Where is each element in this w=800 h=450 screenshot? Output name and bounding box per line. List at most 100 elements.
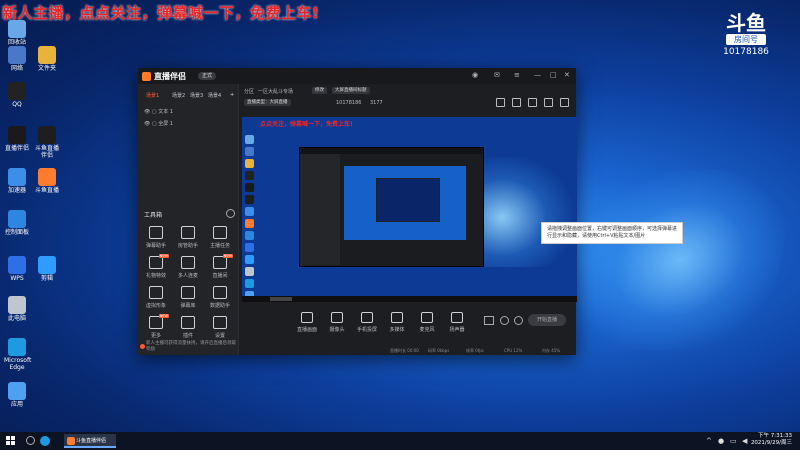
desktop-icon[interactable]: 剪辑: [34, 256, 60, 282]
edit-category-chip[interactable]: 修改: [312, 87, 327, 94]
tool-button[interactable]: 数据助手: [204, 286, 236, 309]
search-icon[interactable]: [26, 436, 35, 445]
tool-button[interactable]: 虚拟形象: [140, 286, 172, 309]
tab-scene-3[interactable]: 场景3: [190, 92, 203, 99]
desktop-icon[interactable]: 文件夹: [34, 46, 60, 72]
tool-button[interactable]: NEW 直播间: [204, 254, 236, 279]
nested-sidebar: [300, 154, 340, 265]
tab-scene-1[interactable]: 场景1: [146, 92, 159, 99]
source-label: 文本 1: [158, 109, 174, 115]
tool-button[interactable]: 插件: [172, 316, 204, 339]
desktop-icon[interactable]: 加速器: [4, 168, 30, 194]
desktop-icon[interactable]: 斗鱼直播伴侣: [34, 126, 60, 159]
bottom-tool-label: 手机投屏: [356, 327, 377, 333]
desktop-icon[interactable]: 直播伴侣: [4, 126, 30, 152]
bottom-tool-button[interactable]: 直播画面: [292, 312, 322, 333]
network-icon[interactable]: ▭: [730, 437, 737, 445]
tool-button[interactable]: 弹幕库: [172, 286, 204, 309]
desktop-icon-label: WPS: [10, 275, 24, 282]
room-number: 10178186: [723, 47, 769, 57]
source-row[interactable]: 👁 ▢ 文本 1: [144, 108, 173, 115]
bottom-tool-icon: [421, 312, 433, 323]
tool-label: 弹幕库: [180, 303, 196, 309]
bottom-tool-label: 扬声器: [449, 327, 465, 333]
tab-scene-2[interactable]: 场景2: [172, 92, 185, 99]
bottom-tool-label: 摄像头: [329, 327, 345, 333]
help-icon[interactable]: [514, 316, 523, 325]
bottom-tool-button[interactable]: 扬声器: [442, 312, 472, 333]
windows-start-icon[interactable]: [6, 436, 16, 446]
message-icon[interactable]: ✉: [494, 71, 500, 79]
desktop-icon[interactable]: 应用: [4, 382, 30, 408]
nested-screen: [376, 178, 440, 222]
bell-icon[interactable]: [544, 98, 553, 107]
taskbar-clock[interactable]: 下午 7:31:33 2021/9/29/周三: [751, 433, 792, 447]
app-icon: [8, 210, 26, 228]
room-id: 10178186: [336, 100, 362, 106]
app-icon: [8, 82, 26, 100]
desktop-icon[interactable]: 此电脑: [4, 296, 30, 322]
preview-desktop-icon: [245, 147, 254, 156]
alert-icon: [140, 344, 145, 349]
room-type-chip[interactable]: 直播类型：大屏直播: [244, 99, 291, 106]
add-scene-icon[interactable]: +: [230, 92, 234, 98]
volume-icon[interactable]: ◀: [742, 437, 747, 445]
tab-scene-4[interactable]: 场景4: [208, 92, 221, 99]
tool-button[interactable]: 房管助手: [172, 226, 204, 249]
tool-button[interactable]: NEW 礼物特效: [140, 254, 172, 279]
tool-button[interactable]: 设置: [204, 316, 236, 339]
desktop-icon[interactable]: 回收站: [4, 20, 30, 46]
desktop-icon[interactable]: 网络: [4, 46, 30, 72]
menu-icon[interactable]: ≡: [514, 71, 520, 79]
bottom-tool-button[interactable]: 麦克风: [412, 312, 442, 333]
desktop-icon[interactable]: WPS: [4, 256, 30, 282]
desktop-icon-label: 控制面板: [4, 229, 29, 236]
preview-desktop-icon: [245, 243, 254, 252]
start-live-button[interactable]: 开始直播: [528, 314, 566, 326]
skin-icon[interactable]: ◉: [472, 71, 478, 79]
microphone-icon[interactable]: ●: [718, 437, 724, 445]
close-icon[interactable]: ✕: [564, 71, 570, 79]
desktop-icon[interactable]: Microsoft Edge: [4, 338, 31, 371]
source-row[interactable]: 👁 ▢ 全屏 1: [144, 120, 173, 127]
settings-icon[interactable]: [500, 316, 509, 325]
tool-label: 主播任务: [209, 243, 230, 249]
bottom-tool-icon: [301, 312, 313, 323]
lock-icon[interactable]: [512, 98, 521, 107]
minimize-icon[interactable]: —: [534, 71, 541, 79]
preview-desktop-icon: [245, 159, 254, 168]
desktop-icon[interactable]: 斗鱼直播: [34, 168, 60, 194]
maximize-icon[interactable]: □: [550, 71, 557, 79]
tool-button[interactable]: NEW 更多: [140, 314, 172, 339]
status-bar: 直播时长 00:00 码率 0kbps 帧率 0fps CPU 12% 内存 45%: [240, 346, 576, 355]
desktop-icon-label: QQ: [12, 101, 22, 108]
stream-title-chip[interactable]: 大屏直播间标题: [332, 87, 370, 94]
bottom-tool-button[interactable]: 多媒体: [382, 312, 412, 333]
status-item: 内存 45%: [542, 348, 561, 353]
bottom-tool-button[interactable]: 摄像头: [322, 312, 352, 333]
tray-chevron-icon[interactable]: ^: [706, 437, 712, 445]
tool-button[interactable]: 多人连麦: [172, 256, 204, 279]
shield-icon[interactable]: [528, 98, 537, 107]
bottom-tool-button[interactable]: 手机投屏: [352, 312, 382, 333]
tool-label: 多人连麦: [177, 273, 198, 279]
new-badge: NEW: [222, 254, 233, 258]
room-label: 房间号: [726, 34, 766, 45]
desktop-icon[interactable]: 控制面板: [4, 210, 30, 236]
edge-icon[interactable]: [40, 436, 50, 446]
toolbox-collapse-icon[interactable]: [226, 209, 235, 218]
taskbar-app-live-companion[interactable]: 斗鱼直播伴侣: [64, 434, 116, 448]
app-icon: [8, 338, 26, 356]
share-icon[interactable]: [560, 98, 569, 107]
live-companion-window[interactable]: 直播伴侣 正式 ◉ ✉ ≡ — □ ✕ 场景1 场景2 场景3 场景4 + 👁 …: [138, 68, 577, 355]
tool-button[interactable]: 主播任务: [204, 226, 236, 249]
layout-icon[interactable]: [496, 98, 505, 107]
app-logo-icon: [142, 72, 151, 81]
tool-button[interactable]: 弹幕助手: [140, 226, 172, 249]
stream-preview[interactable]: 点点关注，弹幕喊一下，免费上车!: [242, 117, 577, 302]
record-icon[interactable]: [484, 316, 494, 325]
title-bar[interactable]: 直播伴侣 正式 ◉ ✉ ≡ — □ ✕: [138, 68, 576, 84]
desktop-icon-label: 此电脑: [7, 315, 26, 322]
douyu-logo: 斗鱼: [726, 11, 766, 35]
desktop-icon[interactable]: QQ: [4, 82, 30, 108]
